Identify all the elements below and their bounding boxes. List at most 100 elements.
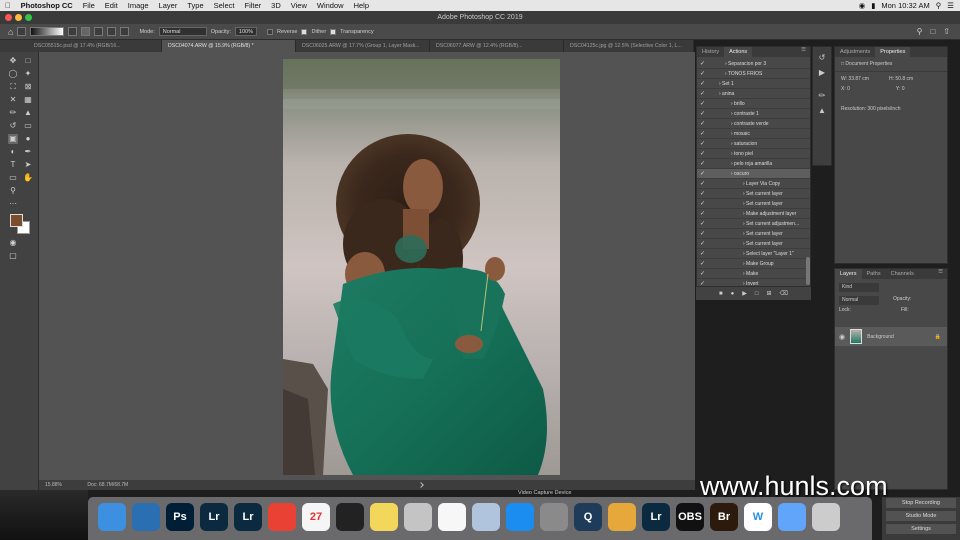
transparency-checkbox[interactable] (330, 28, 337, 35)
stop-icon[interactable]: ■ (719, 291, 723, 297)
action-row[interactable]: ✓ › oscuro (697, 169, 810, 179)
action-check-icon[interactable]: ✓ (700, 69, 707, 79)
action-check-icon[interactable]: ✓ (700, 219, 707, 229)
dock-icon-photo[interactable] (404, 503, 432, 531)
action-check-icon[interactable]: ✓ (700, 129, 707, 139)
shape-tool-icon[interactable]: ▭ (8, 173, 18, 183)
tab-layers[interactable]: Layers (835, 269, 862, 279)
menu-window[interactable]: Window (312, 0, 349, 11)
menu-select[interactable]: Select (209, 0, 240, 11)
quick-select-tool-icon[interactable]: ✦ (23, 69, 33, 79)
new-set-icon[interactable]: □ (755, 291, 759, 297)
action-row[interactable]: ✓ › Layer Via Copy (697, 179, 810, 189)
dock-icon-preferences[interactable] (540, 503, 568, 531)
layer-name[interactable]: Background (867, 334, 894, 340)
visibility-eye-icon[interactable]: ◉ (839, 333, 845, 341)
action-check-icon[interactable]: ✓ (700, 169, 707, 179)
panel-menu-icon[interactable]: ☰ (801, 47, 810, 57)
blur-tool-icon[interactable]: ● (23, 134, 33, 144)
action-row[interactable]: ✓ › Set current adjustmen... (697, 219, 810, 229)
action-row[interactable]: ✓ › saturacion (697, 139, 810, 149)
path-select-tool-icon[interactable]: ➤ (23, 160, 33, 170)
minimize-window-button[interactable] (15, 14, 22, 21)
blend-mode-select[interactable]: Normal (839, 296, 879, 305)
action-check-icon[interactable]: ✓ (700, 89, 707, 99)
action-row[interactable]: ✓ › Set current layer (697, 199, 810, 209)
zoom-level[interactable]: 15.88% (45, 482, 62, 488)
quick-mask-icon[interactable]: ◉ (8, 238, 18, 248)
eyedropper-tool-icon[interactable]: ✕ (8, 95, 18, 105)
more-tools-icon[interactable]: ⋯ (8, 199, 18, 209)
dock-icon-27[interactable]: 27 (302, 503, 330, 531)
menu-view[interactable]: View (286, 0, 312, 11)
mode-select[interactable]: Normal (158, 27, 207, 36)
tab-doc-5[interactable]: DSC04125c.jpg @ 12.5% (Selective Color 1… (564, 40, 694, 52)
brush-tool-icon[interactable]: ✏ (8, 108, 18, 118)
clone-stamp-tool-icon[interactable]: ▲ (23, 108, 33, 118)
tab-doc-1[interactable]: DSC05515c.psd @ 17.4% (RGB/16... (28, 40, 162, 52)
workspace-icon[interactable]: □ (930, 27, 935, 36)
dock-icon-br[interactable]: Br (710, 503, 738, 531)
action-row[interactable]: ✓ › Set current layer (697, 229, 810, 239)
action-row[interactable]: ✓ › pelo roja amarilla (697, 159, 810, 169)
action-check-icon[interactable]: ✓ (700, 99, 707, 109)
doc-y[interactable]: Y: 0 (896, 86, 905, 92)
menu-type[interactable]: Type (182, 0, 208, 11)
action-row[interactable]: ✓ › Select layer "Layer 1" (697, 249, 810, 259)
tab-doc-4[interactable]: DSC06077.ARW @ 12.4% (RGB/8)... (430, 40, 564, 52)
tab-doc-2[interactable]: DSC04074.ARW @ 15.9% (RGB/8) * (162, 40, 296, 52)
dock-icon-obs[interactable]: OBS (676, 503, 704, 531)
doc-width[interactable]: W: 33.87 cm (841, 76, 869, 82)
layer-filter-kind[interactable]: Kind (839, 283, 879, 292)
dock-icon-trash[interactable] (812, 503, 840, 531)
action-check-icon[interactable]: ✓ (700, 189, 707, 199)
menu-image[interactable]: Image (123, 0, 154, 11)
action-row[interactable]: ✓ › anina (697, 89, 810, 99)
wifi-icon[interactable]: ◉ (859, 1, 866, 10)
action-check-icon[interactable]: ✓ (700, 109, 707, 119)
pen-tool-icon[interactable]: ✒ (23, 147, 33, 157)
gradient-preview[interactable] (30, 27, 65, 36)
dock-icon-chrome[interactable] (268, 503, 296, 531)
history-brush-tool-icon[interactable]: ↺ (8, 121, 18, 131)
dock-icon-1password[interactable] (132, 503, 160, 531)
dock-icon-ps[interactable]: Ps (166, 503, 194, 531)
dock-icon-w[interactable]: W (744, 503, 772, 531)
actions-panel-icon[interactable]: ▶ (813, 68, 831, 77)
menu-filter[interactable]: Filter (239, 0, 266, 11)
frame-tool-icon[interactable]: ⊠ (23, 82, 33, 92)
menu-help[interactable]: Help (349, 0, 374, 11)
record-icon[interactable]: ● (731, 291, 735, 297)
tab-doc-3[interactable]: DSC06025.ARW @ 17.7% (Group 1, Layer Mas… (296, 40, 430, 52)
action-check-icon[interactable]: ✓ (700, 139, 707, 149)
move-tool-icon[interactable]: ✥ (8, 56, 18, 66)
dock-icon-lr[interactable]: Lr (642, 503, 670, 531)
apple-icon[interactable]:  (0, 0, 16, 11)
menu-app-name[interactable]: Photoshop CC (16, 0, 78, 11)
opacity-input[interactable]: 100% (234, 27, 257, 36)
dock-icon-screens[interactable] (608, 503, 636, 531)
action-check-icon[interactable]: ✓ (700, 209, 707, 219)
search-icon[interactable]: ⚲ (917, 27, 923, 36)
linear-gradient-button[interactable] (68, 27, 78, 36)
delete-icon[interactable]: ⌫ (780, 290, 788, 297)
history-panel-icon[interactable]: ↺ (813, 53, 831, 62)
layer-row-background[interactable]: ◉ Background 🔒 (835, 327, 947, 346)
action-row[interactable]: ✓ › Set current layer (697, 189, 810, 199)
doc-height[interactable]: H: 50.8 cm (889, 76, 913, 82)
screen-mode-icon[interactable]: ▢ (8, 251, 18, 261)
marquee-tool-icon[interactable]: □ (23, 56, 33, 66)
document-image[interactable] (283, 59, 560, 475)
share-icon[interactable]: ⇧ (943, 27, 950, 36)
dock-icon-reminders[interactable] (438, 503, 466, 531)
gradient-tool-icon[interactable]: ▣ (8, 134, 18, 144)
clone-panel-icon[interactable]: ▲ (813, 106, 831, 115)
tool-preset-icon[interactable] (17, 27, 27, 36)
action-row[interactable]: ✓ › tono piel (697, 149, 810, 159)
reflected-gradient-button[interactable] (107, 27, 117, 36)
tab-adjustments[interactable]: Adjustments (835, 47, 875, 57)
layers-menu-icon[interactable]: ☰ (938, 269, 947, 279)
eraser-tool-icon[interactable]: ▭ (23, 121, 33, 131)
angle-gradient-button[interactable] (94, 27, 104, 36)
tab-history[interactable]: History (697, 47, 724, 57)
